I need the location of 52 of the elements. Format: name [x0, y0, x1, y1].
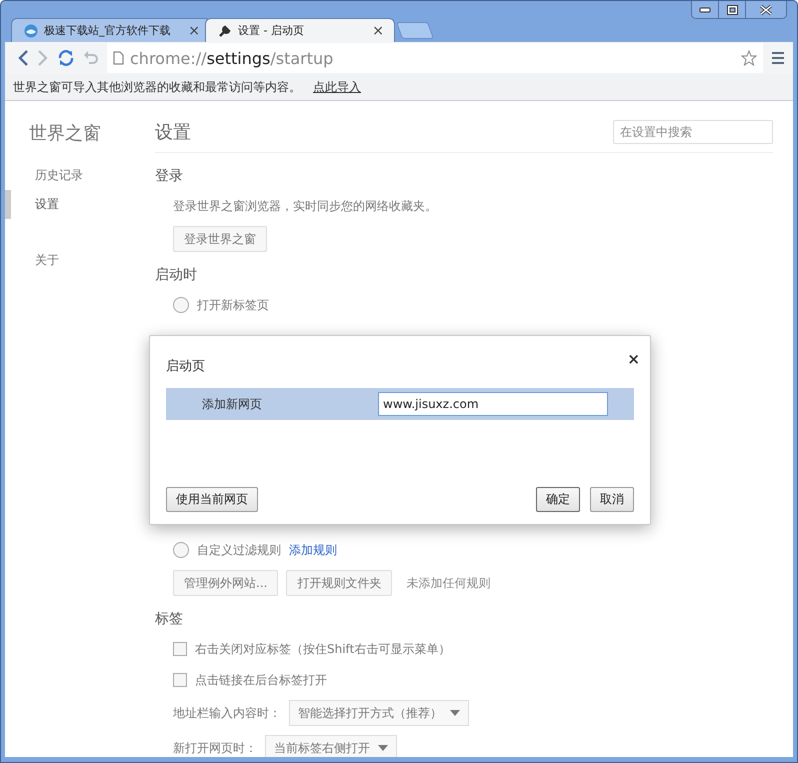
list-row[interactable]: 添加新网页 www.jisuxz.com: [166, 388, 634, 420]
reload-icon[interactable]: [57, 49, 75, 67]
new-tab-button[interactable]: [396, 22, 434, 39]
search-field[interactable]: 在设置中搜索: [613, 120, 773, 144]
dialog-button[interactable]: 确定: [536, 487, 580, 512]
menu-icon[interactable]: [771, 51, 785, 65]
checkbox[interactable]: [173, 642, 187, 656]
radio-button[interactable]: [173, 542, 189, 558]
settings-button[interactable]: 打开规则文件夹: [286, 570, 392, 596]
browser-tab[interactable]: 设置 - 启动页 ×: [205, 18, 395, 42]
globe-icon: [24, 24, 38, 38]
brand-title: 世界之窗: [28, 122, 102, 146]
caret-icon: [378, 745, 388, 751]
sidebar-item[interactable]: 设置: [5, 190, 155, 219]
infobar-message: 世界之窗可导入其他浏览器的收藏和最常访问等内容。: [13, 78, 301, 96]
checkbox-label: 点击链接在后台标签打开: [195, 672, 327, 688]
radio-button[interactable]: [173, 297, 189, 313]
dropdown[interactable]: 当前标签右侧打开: [265, 735, 397, 757]
rule-status-text: 未添加任何规则: [406, 574, 490, 592]
address-bar[interactable]: chrome://settings/startup: [107, 43, 763, 73]
star-icon[interactable]: [741, 50, 757, 66]
section-heading: 登录: [155, 167, 184, 185]
dropdown[interactable]: 智能选择打开方式（推荐）: [289, 700, 469, 726]
maximize-icon[interactable]: [726, 4, 738, 14]
settings-button[interactable]: 登录世界之窗: [173, 226, 267, 252]
import-link[interactable]: 点此导入: [313, 78, 361, 96]
add-rule-link[interactable]: 添加规则: [289, 542, 337, 558]
minimize-icon[interactable]: [699, 6, 711, 12]
page-icon: [113, 51, 124, 65]
checkbox[interactable]: [173, 673, 187, 687]
close-icon[interactable]: [760, 4, 772, 14]
use-current-page-button[interactable]: 使用当前网页: [166, 487, 258, 512]
checkbox-label: 右击关闭对应标签（按住Shift右击可显示菜单）: [195, 640, 450, 658]
description-text: 登录世界之窗浏览器，实时同步您的网络收藏夹。: [173, 198, 437, 214]
close-button[interactable]: ×: [627, 350, 640, 368]
sidebar-item[interactable]: 关于: [5, 246, 155, 275]
back-icon[interactable]: [17, 49, 29, 67]
radio-label: 打开新标签页: [197, 296, 269, 314]
page-title: 设置: [155, 120, 191, 144]
dialog-button[interactable]: 取消: [590, 487, 634, 512]
wrench-icon: [218, 24, 232, 38]
url-input[interactable]: www.jisuxz.com: [378, 392, 608, 416]
select-label: 地址栏输入内容时：: [173, 704, 281, 722]
caret-icon: [450, 710, 460, 716]
sidebar-item[interactable]: 历史记录: [5, 161, 155, 190]
settings-button[interactable]: 管理例外网站...: [173, 570, 278, 596]
radio-label: 自定义过滤规则: [197, 542, 281, 558]
dialog-title: 启动页: [166, 358, 205, 375]
section-heading: 标签: [155, 610, 184, 628]
select-label: 新打开网页时：: [173, 740, 257, 756]
url-text: chrome://settings/startup: [130, 48, 334, 68]
section-heading: 启动时: [155, 266, 198, 284]
